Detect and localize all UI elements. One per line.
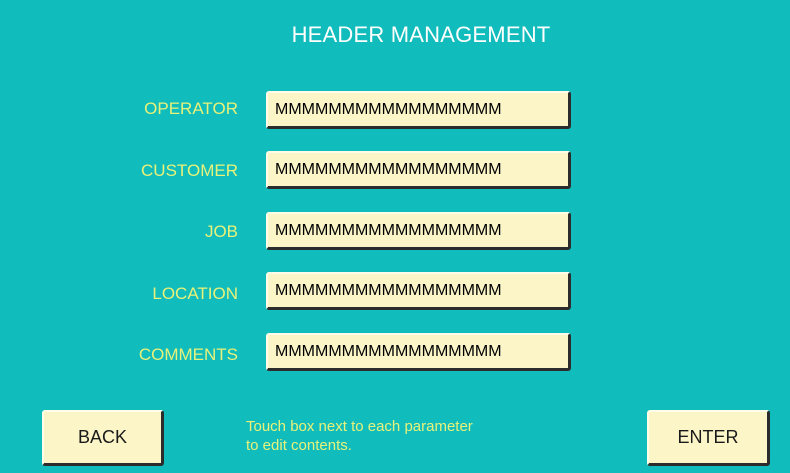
instruction-text: Touch box next to each parameter to edit…: [246, 417, 606, 455]
operator-field[interactable]: MMMMMMMMMMMMMMMMM: [266, 91, 571, 129]
location-label: LOCATION: [152, 284, 238, 303]
location-field[interactable]: MMMMMMMMMMMMMMMMM: [266, 272, 571, 310]
customer-label: CUSTOMER: [141, 161, 238, 180]
comments-field[interactable]: MMMMMMMMMMMMMMMMM: [266, 333, 571, 371]
customer-field[interactable]: MMMMMMMMMMMMMMMMM: [266, 151, 571, 189]
enter-button[interactable]: ENTER: [647, 410, 770, 466]
instruction-line-2: to edit contents.: [246, 437, 352, 454]
operator-label: OPERATOR: [144, 99, 238, 118]
page-title: HEADER MANAGEMENT: [291, 22, 551, 47]
job-field[interactable]: MMMMMMMMMMMMMMMMM: [266, 212, 571, 250]
instruction-line-1: Touch box next to each parameter: [246, 418, 473, 435]
job-label: JOB: [204, 222, 238, 241]
back-button[interactable]: BACK: [42, 410, 164, 466]
comments-label: COMMENTS: [138, 345, 238, 364]
header-management-screen: HEADER MANAGEMENT OPERATOR MMMMMMMMMMMMM…: [0, 0, 790, 473]
